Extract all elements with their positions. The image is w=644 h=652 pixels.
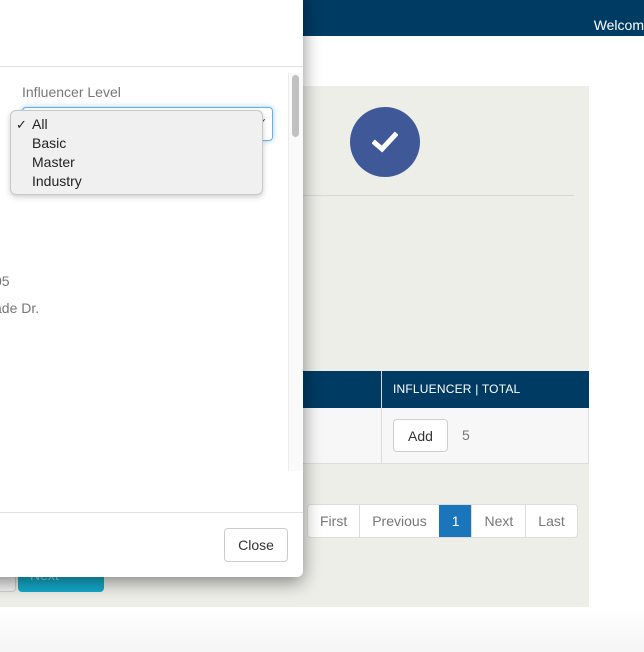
modal-scrollbar[interactable] [288, 73, 303, 471]
check-icon [372, 131, 398, 153]
option-label: Master [32, 154, 75, 170]
add-button[interactable]: Add [393, 419, 448, 452]
modal-footer-divider [0, 512, 303, 513]
option-label: All [32, 116, 48, 132]
page-footer [0, 607, 644, 652]
option-all[interactable]: ✓ All [11, 115, 262, 134]
option-master[interactable]: Master [11, 153, 262, 172]
page-next[interactable]: Next [471, 505, 526, 537]
option-basic[interactable]: Basic [11, 134, 262, 153]
modal-dialog: Influencer Level ✓ 05 ade Dr. Close [0, 0, 303, 577]
page-last[interactable]: Last [525, 505, 577, 537]
scrollbar-thumb[interactable] [292, 75, 299, 137]
body-text-line: ade Dr. [0, 300, 40, 316]
divider [300, 195, 574, 196]
total-value: 5 [462, 427, 470, 443]
column-header-influencer-total: INFLUENCER | TOTAL [381, 371, 589, 408]
option-label: Basic [32, 135, 67, 151]
welcome-text: Welcom [593, 17, 644, 33]
page-1[interactable]: 1 [438, 505, 472, 537]
page-first[interactable]: First [308, 505, 360, 537]
pagination: First Previous 1 Next Last [307, 504, 578, 538]
page-previous[interactable]: Previous [359, 505, 439, 537]
option-industry[interactable]: Industry [11, 172, 262, 191]
influencer-level-options: ✓ All Basic Master Industry [10, 110, 263, 195]
influencer-level-label: Influencer Level [22, 84, 121, 100]
success-check-badge [350, 107, 420, 177]
table-cell-influencer-total: Add 5 [381, 408, 589, 464]
option-label: Industry [32, 173, 82, 189]
checkmark-icon: ✓ [16, 117, 27, 132]
body-text-line: 05 [0, 273, 10, 289]
close-button[interactable]: Close [224, 528, 288, 562]
